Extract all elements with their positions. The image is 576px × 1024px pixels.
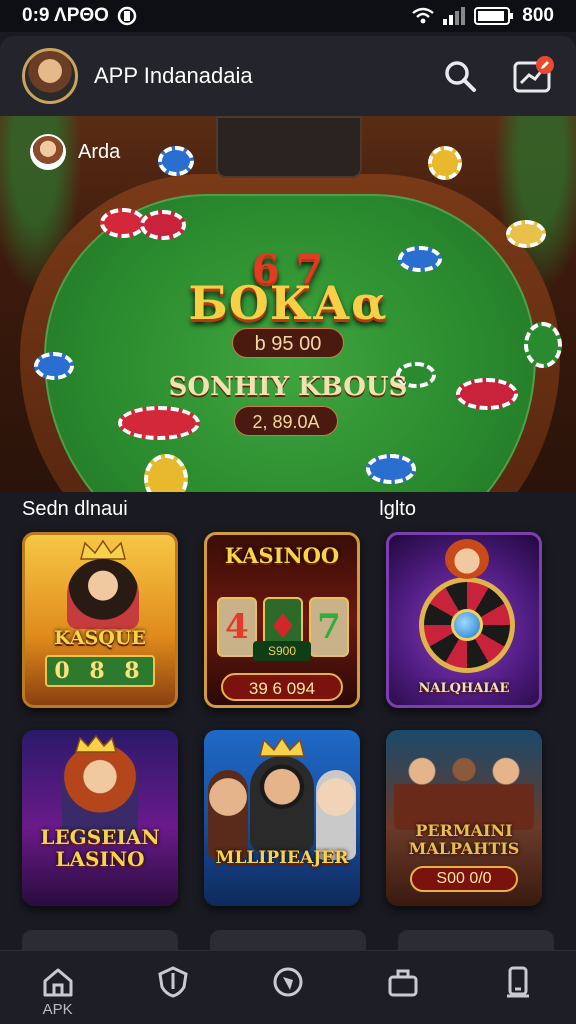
nav-phone[interactable] [478, 965, 558, 999]
nav-shield[interactable] [133, 965, 213, 999]
search-button[interactable] [438, 54, 482, 98]
nav-home[interactable]: APK [18, 965, 98, 1018]
amount-pill: 2, 89.0A [234, 406, 338, 436]
edit-icon [541, 61, 549, 69]
dealer-box [216, 116, 362, 178]
signal-icon [443, 7, 466, 25]
game-title: KASQUE [54, 627, 146, 649]
wallet-button[interactable] [510, 54, 554, 98]
game-title: NALQHAIAE [418, 681, 510, 696]
phone-icon [507, 966, 530, 998]
hero-banner[interactable]: Arda 6 7 БОКАα b 95 00 SONHIY KBOUS 2, 8… [0, 116, 576, 492]
user-avatar [30, 134, 66, 170]
battery-level: 800 [522, 5, 554, 26]
hero-subtitle: SONHIY KBOUS [168, 372, 408, 402]
game-card-peek[interactable] [22, 930, 178, 950]
hero-user-name: Arda [78, 140, 121, 163]
crown-icon [80, 539, 126, 560]
hero-user[interactable]: Arda [30, 134, 120, 170]
bottom-nav: APK [0, 950, 576, 1024]
chip-icon [118, 406, 200, 440]
nav-label: APK [42, 1001, 73, 1018]
app-title: APP Indanadaia [94, 63, 253, 88]
slot-reel: 7 [309, 597, 349, 657]
game-character [250, 756, 314, 852]
chip-icon [366, 454, 416, 484]
game-character [67, 559, 139, 629]
game-extra: S900 [253, 641, 311, 661]
search-icon [445, 61, 476, 92]
battery-icon [474, 7, 514, 25]
game-amount: S00 0/0 [410, 866, 518, 892]
next-row-peek [22, 930, 554, 950]
game-card[interactable]: MLLIPIEAJER [204, 730, 360, 906]
crown-icon [75, 734, 117, 753]
chip-icon [506, 220, 546, 248]
status-bar: 0:9 ΛΡΘΟ 800 [0, 0, 576, 32]
game-title: LEGSEIAN LASINO [40, 825, 160, 871]
game-card-peek[interactable] [210, 930, 366, 950]
chip-icon [158, 146, 194, 176]
notification-badge [536, 56, 554, 74]
bag-icon [388, 969, 418, 997]
section-label-left[interactable]: Sedn dlnaui [22, 498, 128, 521]
game-card[interactable]: KASQUE 0 8 8 [22, 532, 178, 708]
slot-reel: 4 [217, 597, 257, 657]
game-card[interactable]: NALQHAIAE [386, 532, 542, 708]
game-card[interactable]: PERMAINI MALPAHTIS S00 0/0 [386, 730, 542, 906]
game-title: KASINOO [224, 543, 340, 568]
jackpot-pill: b 95 00 [232, 328, 344, 358]
game-character [394, 746, 534, 830]
wifi-icon [412, 7, 435, 24]
game-character [445, 539, 489, 579]
app-notification-icon [117, 6, 137, 26]
game-amount: 39 6 094 [221, 673, 343, 701]
chip-icon [140, 210, 186, 240]
status-time: 0:9 ΛΡΘΟ [22, 5, 109, 26]
game-card[interactable]: KASINOO 4 ♦ 7 S900 39 6 094 [204, 532, 360, 708]
hero-headline: БОКАα [188, 276, 388, 330]
section-header: Sedn dlnaui lglto [0, 492, 576, 526]
game-extra: 0 8 8 [45, 655, 155, 687]
game-title: MLLIPIEAJER [215, 848, 349, 868]
shield-icon [158, 966, 188, 998]
nav-compass[interactable] [248, 965, 328, 999]
game-card[interactable]: LEGSEIAN LASINO [22, 730, 178, 906]
chip-icon [428, 146, 462, 180]
game-character [208, 770, 248, 860]
game-card-peek[interactable] [398, 930, 554, 950]
crown-icon [259, 736, 305, 757]
home-icon [43, 968, 73, 997]
nav-bag[interactable] [363, 965, 443, 999]
gem-icon [451, 609, 483, 641]
game-character [316, 770, 356, 860]
game-grid: KASQUE 0 8 8 KASINOO 4 ♦ 7 S900 39 6 094… [22, 532, 554, 906]
game-title: PERMAINI MALPAHTIS [408, 821, 520, 858]
section-label-right[interactable]: lglto [379, 498, 416, 521]
profile-avatar[interactable] [22, 48, 78, 104]
app-header: APP Indanadaia [0, 36, 576, 116]
compass-icon [273, 967, 303, 997]
